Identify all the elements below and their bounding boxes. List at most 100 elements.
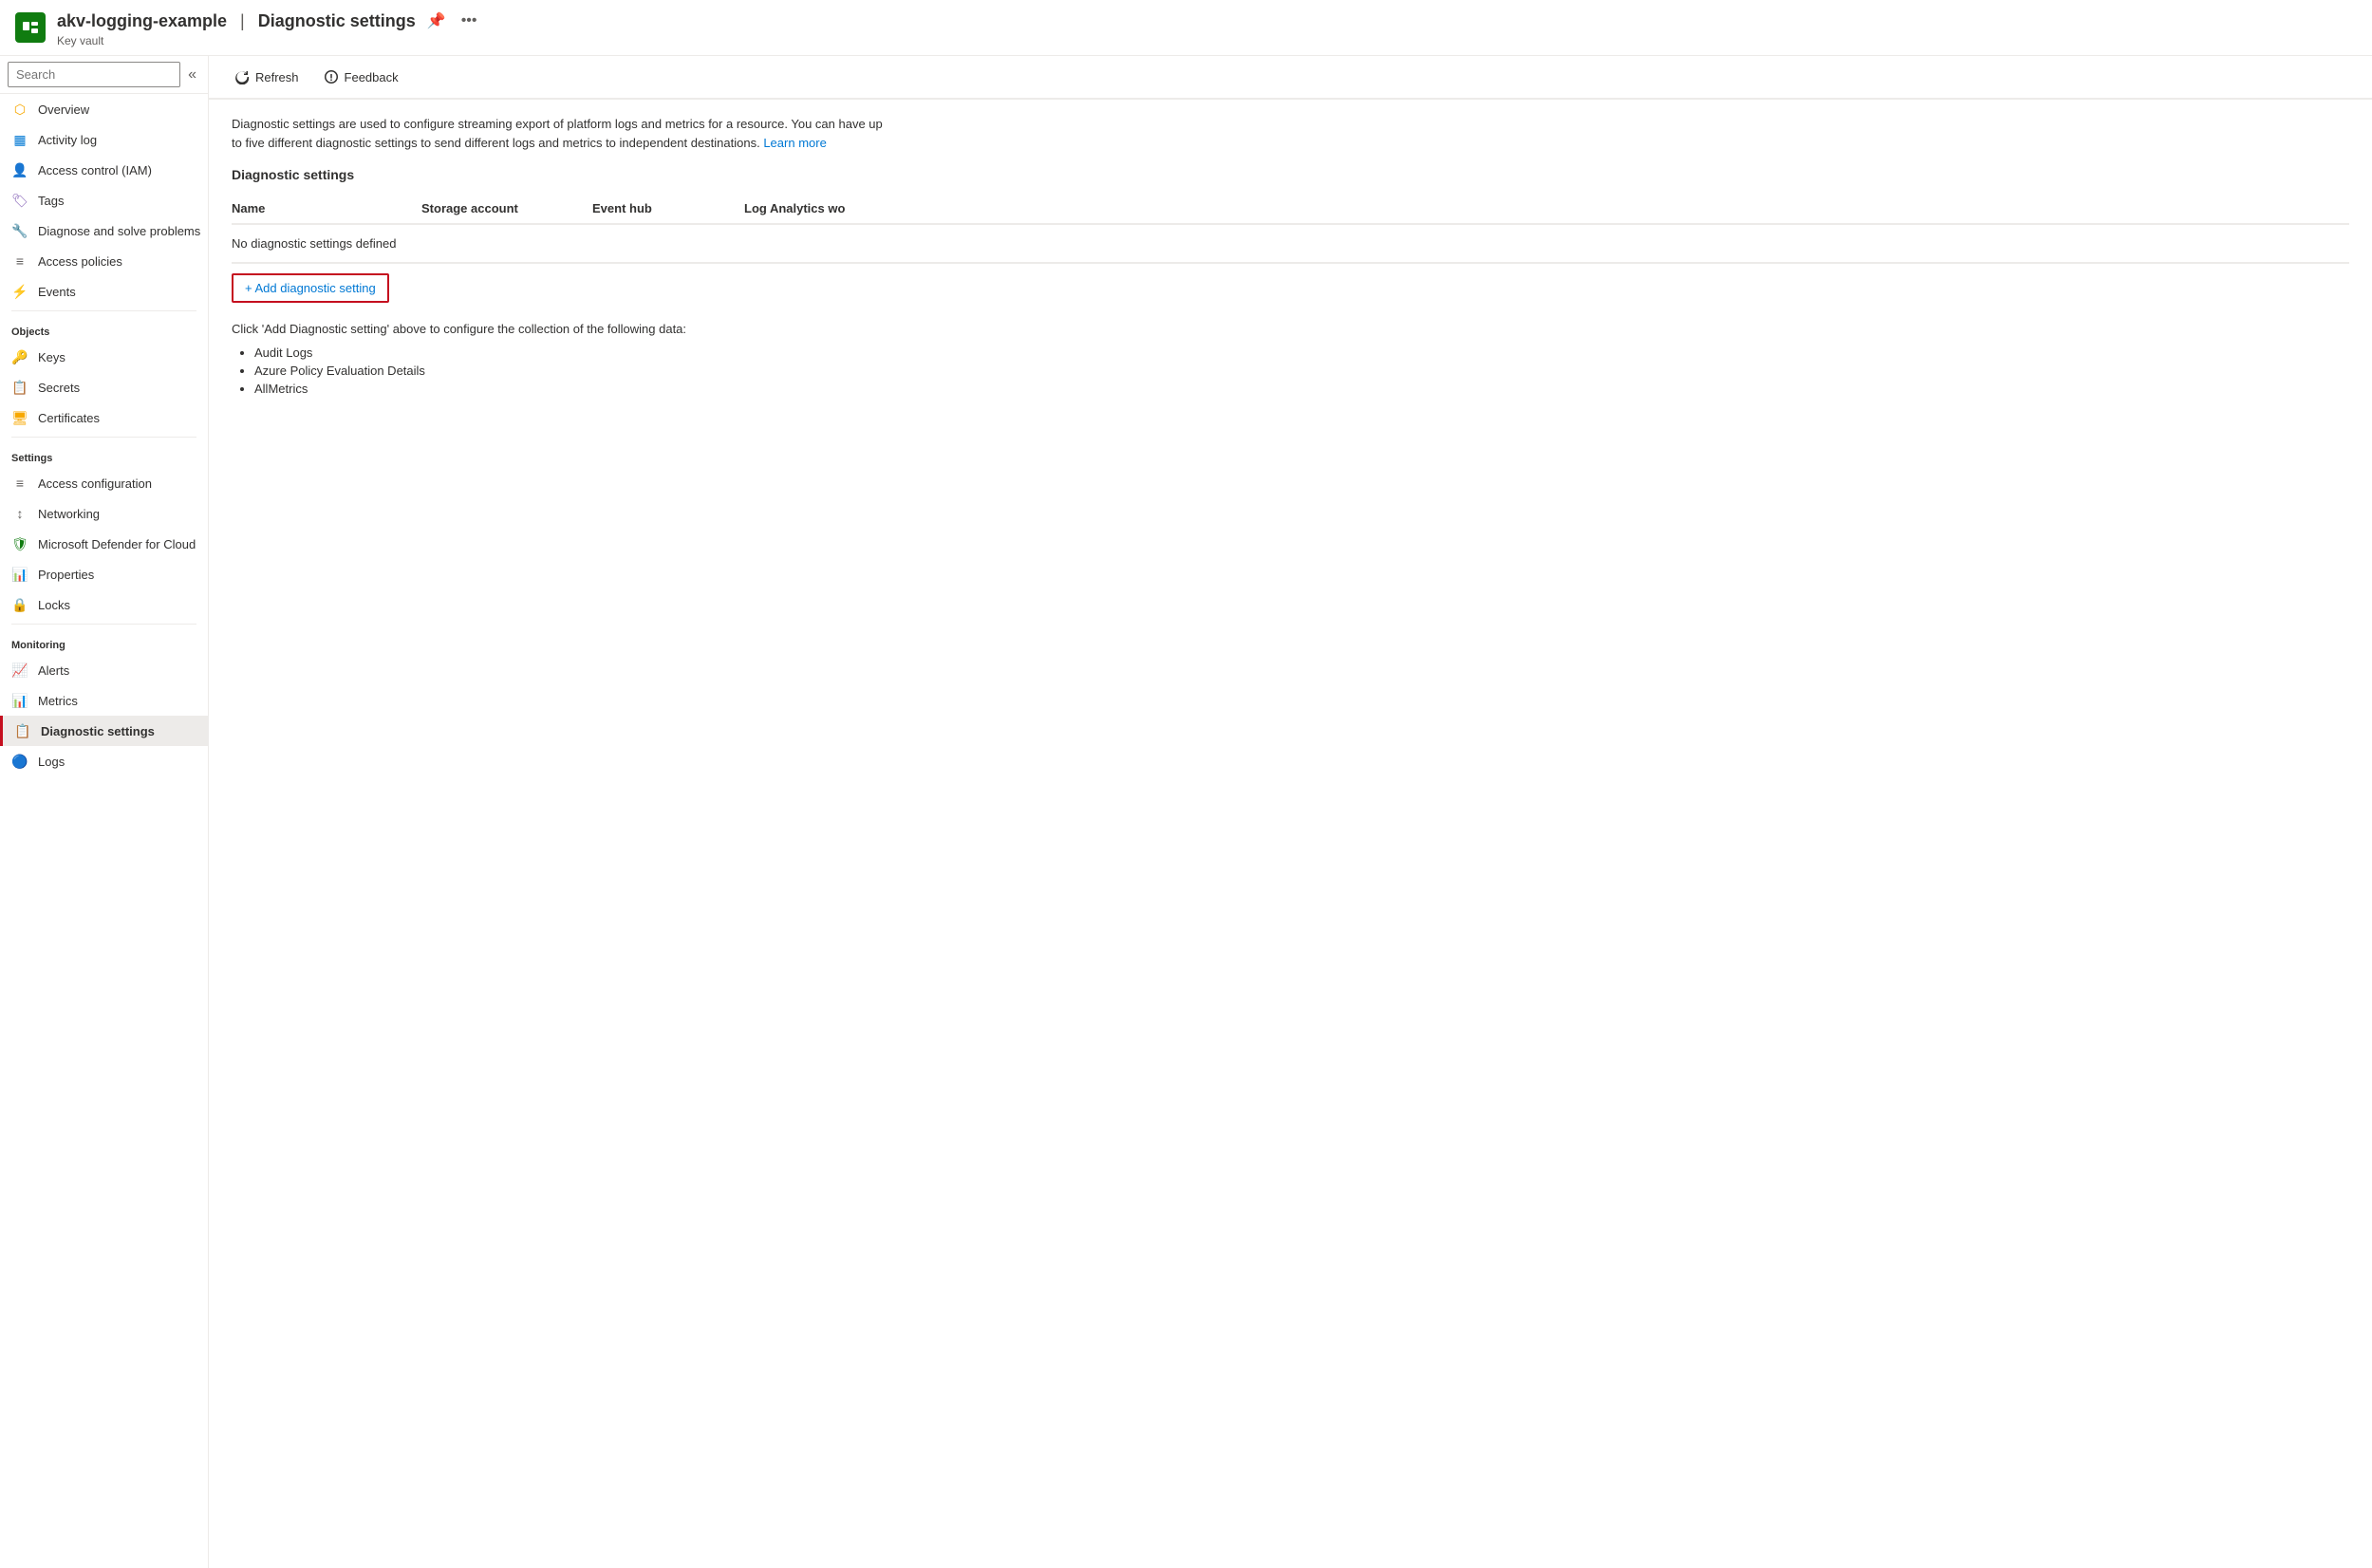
sidebar-label-secrets: Secrets xyxy=(38,381,80,395)
sidebar-item-keys[interactable]: 🔑 Keys xyxy=(0,342,208,372)
sidebar-item-activity-log[interactable]: ▦ Activity log xyxy=(0,124,208,155)
sidebar-label-diagnostic-settings: Diagnostic settings xyxy=(41,724,155,738)
header-separator: | xyxy=(240,11,245,31)
properties-icon: 📊 xyxy=(11,566,28,583)
col-log-analytics: Log Analytics wo xyxy=(744,201,934,215)
sidebar-item-access-control[interactable]: 👤 Access control (IAM) xyxy=(0,155,208,185)
section-settings: Settings xyxy=(0,441,208,468)
activity-log-icon: ▦ xyxy=(11,131,28,148)
divider-settings xyxy=(11,437,196,438)
page-header: akv-logging-example | Diagnostic setting… xyxy=(0,0,2372,56)
sidebar-item-diagnostic-settings[interactable]: 📋 Diagnostic settings xyxy=(0,716,208,746)
sidebar-item-overview[interactable]: ⬡ Overview xyxy=(0,94,208,124)
header-title-main: akv-logging-example | Diagnostic setting… xyxy=(57,8,481,34)
defender-icon: 🛡 xyxy=(11,535,28,552)
collection-prompt: Click 'Add Diagnostic setting' above to … xyxy=(232,322,2349,336)
content-area: Diagnostic settings are used to configur… xyxy=(209,100,2372,413)
diagnostic-icon: 📋 xyxy=(14,722,31,739)
sidebar-item-certificates[interactable]: 🖥 Certificates xyxy=(0,402,208,433)
sidebar-item-properties[interactable]: 📊 Properties xyxy=(0,559,208,589)
metrics-icon: 📊 xyxy=(11,692,28,709)
collapse-button[interactable]: « xyxy=(184,63,200,87)
sidebar-label-keys: Keys xyxy=(38,350,65,364)
main-layout: « ⬡ Overview ▦ Activity log 👤 Access con… xyxy=(0,56,2372,1568)
sidebar-label-properties: Properties xyxy=(38,568,94,582)
list-item-audit-logs: Audit Logs xyxy=(254,344,2349,362)
certificates-icon: 🖥 xyxy=(11,409,28,426)
sidebar-item-access-config[interactable]: ≡ Access configuration xyxy=(0,468,208,498)
add-diagnostic-setting-button[interactable]: + Add diagnostic setting xyxy=(232,273,389,303)
description-text: Diagnostic settings are used to configur… xyxy=(232,115,896,152)
collection-items-list: Audit Logs Azure Policy Evaluation Detai… xyxy=(232,344,2349,398)
list-item-policy-eval: Azure Policy Evaluation Details xyxy=(254,362,2349,380)
main-content: Refresh Feedback Diagnostic settings are… xyxy=(209,56,2372,1568)
section-title: Diagnostic settings xyxy=(232,167,2349,182)
sidebar-label-overview: Overview xyxy=(38,103,89,117)
feedback-button[interactable]: Feedback xyxy=(313,64,409,90)
networking-icon: ↕ xyxy=(11,505,28,522)
pin-button[interactable]: 📌 xyxy=(423,8,450,34)
sidebar-item-access-policies[interactable]: ≡ Access policies xyxy=(0,246,208,276)
sidebar-item-metrics[interactable]: 📊 Metrics xyxy=(0,685,208,716)
sidebar-item-networking[interactable]: ↕ Networking xyxy=(0,498,208,529)
resource-icon xyxy=(15,12,46,43)
secrets-icon: 📋 xyxy=(11,379,28,396)
refresh-button[interactable]: Refresh xyxy=(224,64,309,90)
sidebar-label-events: Events xyxy=(38,285,76,299)
search-input[interactable] xyxy=(8,62,180,87)
col-event-hub: Event hub xyxy=(592,201,744,215)
sidebar: « ⬡ Overview ▦ Activity log 👤 Access con… xyxy=(0,56,209,1568)
divider-objects xyxy=(11,310,196,311)
keys-icon: 🔑 xyxy=(11,348,28,365)
sidebar-label-tags: Tags xyxy=(38,194,64,208)
sidebar-label-diagnose: Diagnose and solve problems xyxy=(38,224,200,238)
diagnose-icon: 🔧 xyxy=(11,222,28,239)
refresh-label: Refresh xyxy=(255,70,299,84)
table-bottom-divider xyxy=(232,263,2349,264)
col-name: Name xyxy=(232,201,421,215)
sidebar-label-certificates: Certificates xyxy=(38,411,100,425)
sidebar-item-defender[interactable]: 🛡 Microsoft Defender for Cloud xyxy=(0,529,208,559)
diagnostic-settings-table: Name Storage account Event hub Log Analy… xyxy=(232,194,2349,264)
feedback-icon xyxy=(324,69,339,84)
toolbar: Refresh Feedback xyxy=(209,56,2372,99)
alerts-icon: 📈 xyxy=(11,662,28,679)
page-title: Diagnostic settings xyxy=(258,11,416,31)
sidebar-item-diagnose[interactable]: 🔧 Diagnose and solve problems xyxy=(0,215,208,246)
sidebar-label-access-policies: Access policies xyxy=(38,254,122,269)
feedback-label: Feedback xyxy=(345,70,399,84)
collection-info: Click 'Add Diagnostic setting' above to … xyxy=(232,322,2349,398)
table-header: Name Storage account Event hub Log Analy… xyxy=(232,194,2349,225)
divider-monitoring xyxy=(11,624,196,625)
sidebar-item-alerts[interactable]: 📈 Alerts xyxy=(0,655,208,685)
logs-icon: 🔵 xyxy=(11,753,28,770)
access-config-icon: ≡ xyxy=(11,475,28,492)
sidebar-label-defender: Microsoft Defender for Cloud xyxy=(38,537,196,551)
col-storage: Storage account xyxy=(421,201,592,215)
sidebar-label-access-control: Access control (IAM) xyxy=(38,163,152,177)
sidebar-label-metrics: Metrics xyxy=(38,694,78,708)
resource-name: akv-logging-example xyxy=(57,11,227,31)
sidebar-label-access-config: Access configuration xyxy=(38,476,152,491)
overview-icon: ⬡ xyxy=(11,101,28,118)
refresh-icon xyxy=(234,69,250,84)
section-objects: Objects xyxy=(0,315,208,342)
sidebar-label-activity-log: Activity log xyxy=(38,133,97,147)
access-policies-icon: ≡ xyxy=(11,252,28,270)
tags-icon: 🏷 xyxy=(11,192,28,209)
more-button[interactable]: ••• xyxy=(458,9,481,33)
access-control-icon: 👤 xyxy=(11,161,28,178)
sidebar-item-events[interactable]: ⚡ Events xyxy=(0,276,208,307)
sidebar-label-logs: Logs xyxy=(38,755,65,769)
locks-icon: 🔒 xyxy=(11,596,28,613)
learn-more-link[interactable]: Learn more xyxy=(763,136,826,150)
sidebar-item-tags[interactable]: 🏷 Tags xyxy=(0,185,208,215)
sidebar-label-networking: Networking xyxy=(38,507,100,521)
sidebar-item-locks[interactable]: 🔒 Locks xyxy=(0,589,208,620)
resource-type: Key vault xyxy=(57,34,481,47)
sidebar-item-logs[interactable]: 🔵 Logs xyxy=(0,746,208,776)
sidebar-item-secrets[interactable]: 📋 Secrets xyxy=(0,372,208,402)
header-title-container: akv-logging-example | Diagnostic setting… xyxy=(57,8,481,47)
section-monitoring: Monitoring xyxy=(0,628,208,655)
list-item-all-metrics: AllMetrics xyxy=(254,380,2349,398)
